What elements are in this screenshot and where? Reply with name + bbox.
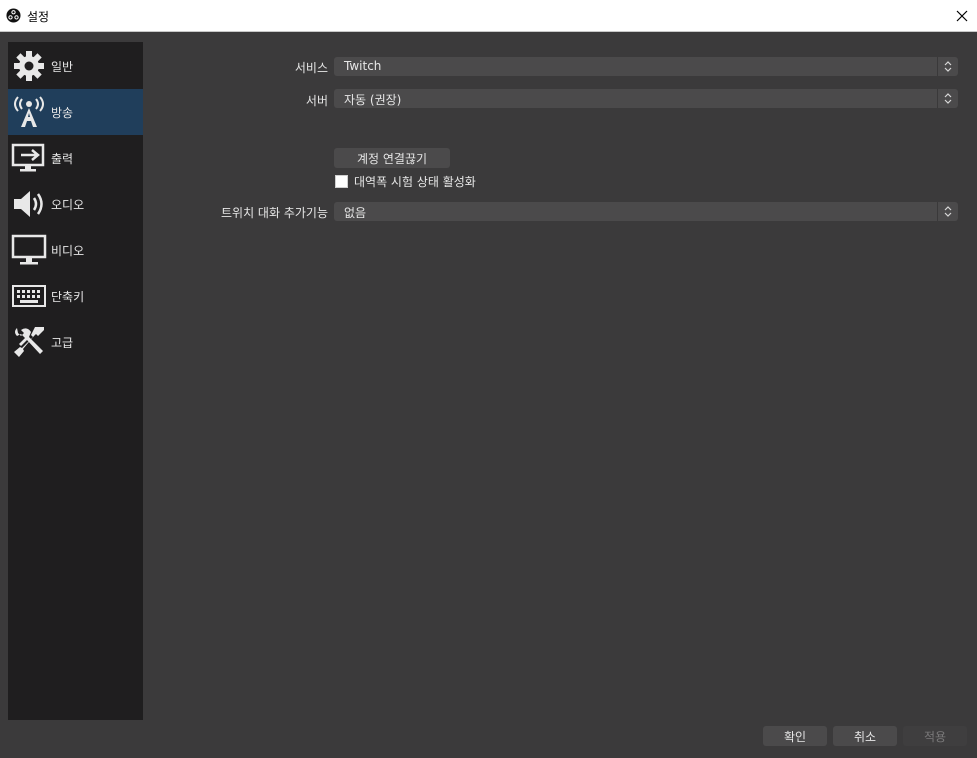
ok-button[interactable]: 확인 bbox=[763, 726, 827, 746]
bandwidth-test-option[interactable]: 대역폭 시험 상태 활성화 bbox=[335, 173, 476, 190]
sidebar-item-general[interactable]: 일반 bbox=[8, 43, 143, 89]
cancel-button[interactable]: 취소 bbox=[833, 726, 897, 746]
chat-addon-value: 없음 bbox=[344, 206, 367, 220]
disconnect-account-button[interactable]: 계정 연결끊기 bbox=[334, 148, 450, 168]
bandwidth-test-checkbox[interactable] bbox=[335, 175, 348, 188]
sidebar-item-label: 고급 bbox=[51, 335, 74, 350]
chat-addon-select[interactable]: 없음 bbox=[334, 202, 958, 221]
close-button[interactable] bbox=[947, 0, 977, 31]
updown-arrows-icon bbox=[937, 202, 958, 221]
server-select[interactable]: 자동 (권장) bbox=[334, 89, 958, 108]
sidebar-item-label: 오디오 bbox=[51, 197, 85, 212]
service-value: Twitch bbox=[344, 59, 382, 73]
obs-logo-icon bbox=[6, 8, 21, 23]
speaker-icon bbox=[10, 185, 48, 223]
updown-arrows-icon bbox=[937, 89, 958, 108]
title-bar: 설정 bbox=[0, 0, 977, 32]
service-label: 서비스 bbox=[294, 61, 328, 75]
updown-arrows-icon bbox=[937, 57, 958, 76]
close-icon bbox=[956, 10, 968, 21]
broadcast-tower-icon bbox=[10, 93, 48, 131]
chat-addon-label: 트위치 대화 추가기능 bbox=[221, 206, 328, 220]
sidebar-item-label: 비디오 bbox=[51, 243, 85, 258]
sidebar-item-label: 출력 bbox=[51, 151, 74, 166]
sidebar-item-label: 방송 bbox=[51, 105, 74, 120]
sidebar-item-label: 단축키 bbox=[51, 289, 85, 304]
apply-button[interactable]: 적용 bbox=[903, 726, 967, 746]
output-icon bbox=[10, 139, 48, 177]
service-select[interactable]: Twitch bbox=[334, 57, 958, 76]
sidebar-item-advanced[interactable]: 고급 bbox=[8, 319, 143, 365]
gear-icon bbox=[10, 47, 48, 85]
sidebar-item-stream[interactable]: 방송 bbox=[8, 89, 143, 135]
sidebar-item-video[interactable]: 비디오 bbox=[8, 227, 143, 273]
sidebar-item-label: 일반 bbox=[51, 59, 74, 74]
bandwidth-test-label: 대역폭 시험 상태 활성화 bbox=[354, 175, 476, 189]
sidebar-item-audio[interactable]: 오디오 bbox=[8, 181, 143, 227]
sidebar-item-output[interactable]: 출력 bbox=[8, 135, 143, 181]
window-title: 설정 bbox=[27, 10, 50, 24]
settings-content: 일반 방송 출력 오디오 비디오 단축키 고급 서비스 Twitch 서버 자동… bbox=[0, 32, 977, 758]
monitor-icon bbox=[10, 231, 48, 269]
tools-icon bbox=[10, 323, 48, 361]
server-value: 자동 (권장) bbox=[344, 93, 402, 107]
settings-sidebar: 일반 방송 출력 오디오 비디오 단축키 고급 bbox=[8, 42, 143, 720]
sidebar-item-hotkeys[interactable]: 단축키 bbox=[8, 273, 143, 319]
keyboard-icon bbox=[10, 277, 48, 315]
server-label: 서버 bbox=[305, 94, 328, 108]
